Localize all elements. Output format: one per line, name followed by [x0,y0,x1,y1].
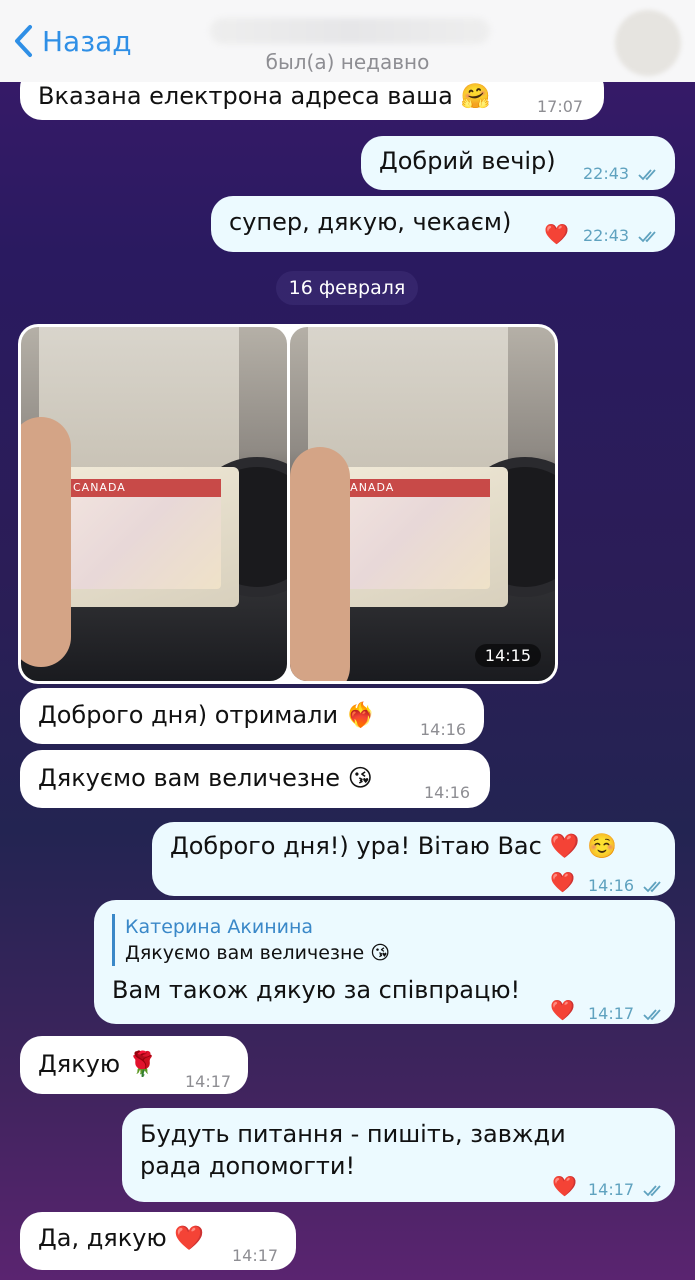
double-check-icon [643,1008,661,1020]
message-outgoing[interactable]: Будуть питання - пишіть, завжди рада доп… [122,1108,675,1202]
double-check-icon [643,1184,661,1196]
heart-reaction-icon[interactable]: ❤️ [550,866,575,898]
message-text: супер, дякую, чекаєм) [229,208,512,236]
avatar[interactable] [615,10,681,76]
date-divider: 16 февраля [276,271,418,305]
message-outgoing[interactable]: супер, дякую, чекаєм) ❤️ 22:43 [211,196,675,252]
message-text: Будуть питання - пишіть, завжди рада доп… [140,1120,566,1180]
reply-author: Катерина Акинина [125,916,314,938]
message-text: Вказана електрона адреса ваша [38,82,453,110]
contact-name-blurred[interactable] [210,18,490,44]
double-check-icon [638,168,656,180]
message-outgoing[interactable]: Доброго дня!) ура! Вітаю Вас ❤️ ☺️ ❤️ 14… [152,822,675,896]
hug-emoji-icon: 🤗 [460,82,491,110]
double-check-icon [638,230,656,242]
message-incoming[interactable]: Да, дякую ❤️ 14:17 [20,1212,296,1270]
message-time: 17:07 [537,97,584,116]
message-text: Добрий вечір) [379,147,556,175]
message-text: Доброго дня) отримали [38,701,339,729]
message-time: 14:16 [424,783,471,802]
heart-smile-emoji-icon: ❤️ ☺️ [549,832,617,860]
message-time: 14:16 [420,720,467,739]
photo-time: 14:15 [474,644,541,667]
visa-label: CANADA [73,481,126,494]
reply-quote[interactable]: Катерина Акинина Дякуємо вам величезне 😘 [112,914,657,966]
message-time: 14:17 [588,1180,635,1199]
message-time: 14:17 [232,1246,279,1265]
message-text: Дякуємо вам величезне [38,764,341,792]
message-time: 14:17 [588,1004,635,1023]
heart-emoji-icon: ❤️ [174,1224,205,1252]
message-incoming[interactable]: Дякую 🌹 14:17 [20,1036,248,1094]
photo-album-message[interactable]: CANADA CANADA 14:15 [18,324,558,684]
message-time: 14:17 [185,1072,232,1091]
message-time: 22:43 [583,226,630,245]
heart-on-fire-emoji-icon: ❤️‍🔥 [345,701,376,729]
heart-reaction-icon[interactable]: ❤️ [552,1170,577,1202]
message-text: Доброго дня!) ура! Вітаю Вас [170,832,542,860]
rose-emoji-icon: 🌹 [127,1050,158,1078]
message-text: Дякую [38,1050,121,1078]
kissing-face-emoji-icon: 😘 [370,942,391,964]
heart-reaction-icon[interactable]: ❤️ [550,994,575,1026]
message-text: Вам також дякую за співпрацю! [112,976,521,1004]
double-check-icon [643,880,661,892]
heart-reaction-icon[interactable]: ❤️ [544,218,569,250]
message-time: 22:43 [583,164,630,183]
kissing-face-emoji-icon: 😘 [347,764,373,792]
message-outgoing[interactable]: Добрий вечір) 22:43 [361,136,675,190]
chat-header: Назад был(а) недавно [0,0,695,82]
photo-passport-visa-left[interactable]: CANADA [21,327,287,681]
message-incoming[interactable]: Доброго дня) отримали ❤️‍🔥 14:16 [20,688,484,744]
reply-text: Дякуємо вам величезне [125,942,365,964]
message-outgoing-reply[interactable]: Катерина Акинина Дякуємо вам величезне 😘… [94,900,675,1024]
contact-status: был(а) недавно [265,50,430,74]
photo-passport-visa-right[interactable]: CANADA 14:15 [289,327,555,681]
message-incoming[interactable]: Дякуємо вам величезне 😘 14:16 [20,750,490,808]
message-time: 14:16 [588,876,635,895]
message-text: Да, дякую [38,1224,167,1252]
